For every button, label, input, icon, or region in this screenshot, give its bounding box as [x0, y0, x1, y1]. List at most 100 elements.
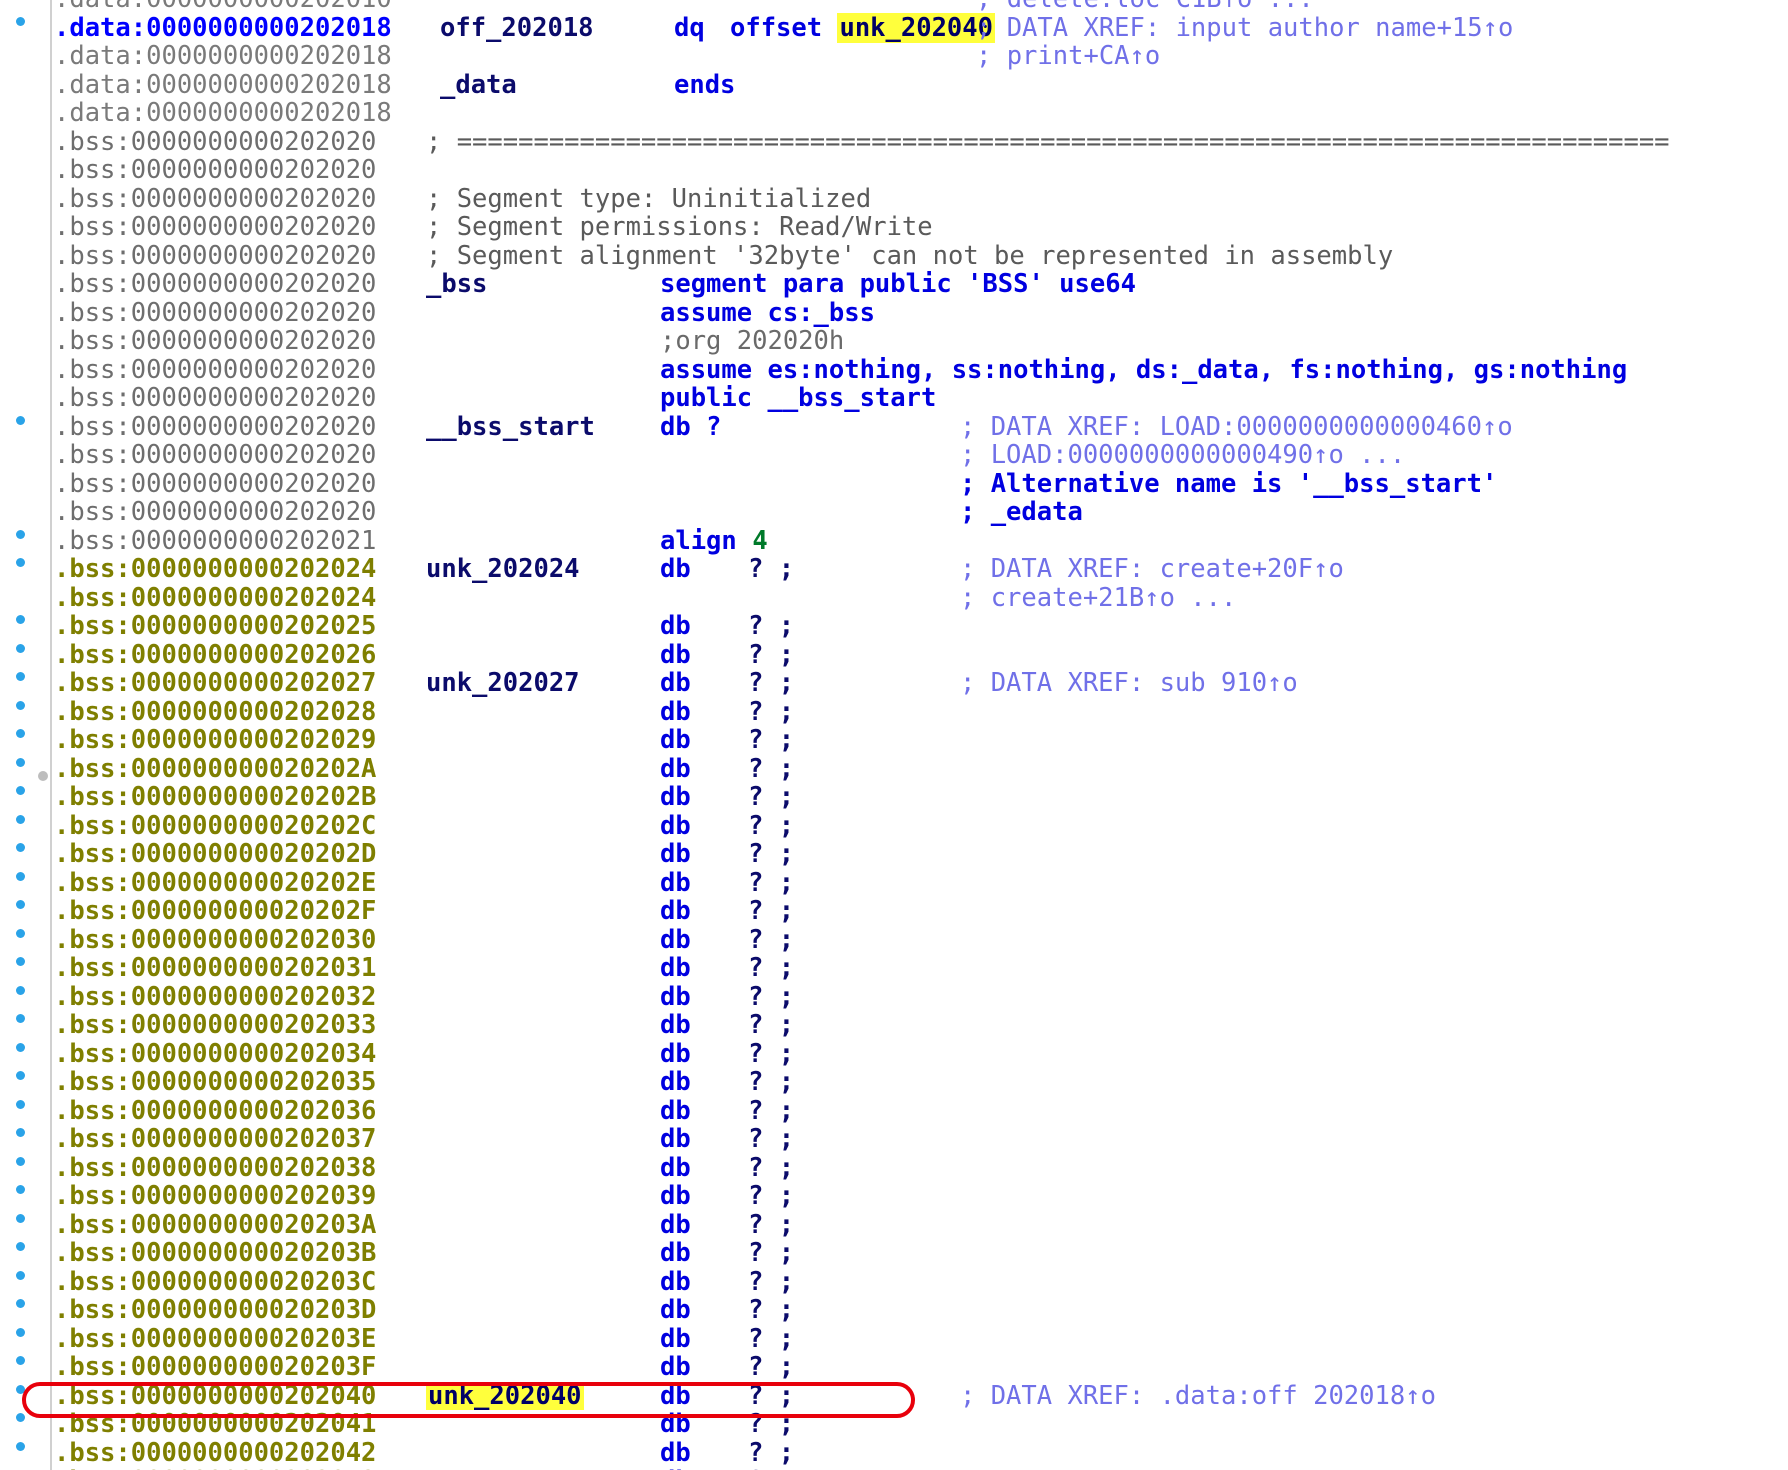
listing-row[interactable]: .bss:000000000020203F db ? ;: [54, 1353, 1784, 1382]
db-operand[interactable]: ? ;: [748, 1153, 794, 1183]
db-mnemonic[interactable]: db: [660, 954, 691, 983]
listing-row[interactable]: .bss:0000000000202039 db ? ;: [54, 1182, 1784, 1211]
row-label[interactable]: _bss: [426, 270, 487, 299]
db-mnemonic[interactable]: db: [660, 925, 691, 955]
listing-row[interactable]: .bss:000000000020202C db ? ;: [54, 811, 1784, 841]
db-operand[interactable]: ? ;: [748, 840, 794, 869]
db-mnemonic[interactable]: db: [660, 726, 691, 755]
row-address[interactable]: .bss:0000000000202020: [54, 355, 376, 385]
listing-row[interactable]: .bss:0000000000202038 db ? ;: [54, 1153, 1784, 1183]
db-operand[interactable]: ? ;: [748, 783, 794, 812]
db-mnemonic[interactable]: db: [660, 1153, 691, 1183]
db-mnemonic[interactable]: db: [660, 1011, 691, 1040]
directive[interactable]: segment para public 'BSS' use64: [660, 270, 1136, 299]
db-mnemonic[interactable]: db: [660, 1125, 691, 1154]
db-operand[interactable]: ? ;: [748, 1039, 794, 1069]
db-mnemonic[interactable]: db: [660, 868, 691, 898]
db-mnemonic[interactable]: db: [660, 897, 691, 926]
row-address[interactable]: .bss:0000000000202029: [54, 726, 376, 755]
operand-highlighted-name[interactable]: unk_202040: [837, 12, 995, 43]
listing-row[interactable]: .bss:0000000000202024 ; create+21B↑o ...: [54, 583, 1784, 613]
db-operand[interactable]: ? ;: [748, 697, 794, 727]
listing-row[interactable]: .bss:0000000000202025 db ? ;: [54, 612, 1784, 641]
row-address[interactable]: .bss:0000000000202030: [54, 925, 376, 955]
xref-comment[interactable]: ; LOAD:0000000000000490↑o ...: [960, 441, 1405, 470]
directive[interactable]: assume cs:_bss: [660, 298, 875, 328]
db-mnemonic[interactable]: db: [660, 612, 691, 641]
listing-row[interactable]: .bss:0000000000202029 db ? ;: [54, 726, 1784, 755]
row-address[interactable]: .bss:000000000020203F: [54, 1353, 376, 1382]
db-operand[interactable]: ? ;: [748, 1353, 794, 1382]
row-address[interactable]: .bss:0000000000202035: [54, 1068, 376, 1097]
row-address[interactable]: .bss:000000000020203D: [54, 1296, 376, 1325]
db-operand[interactable]: ? ;: [748, 1096, 794, 1126]
listing-row[interactable]: .bss:0000000000202020 ; =================…: [54, 127, 1784, 157]
listing-row[interactable]: .bss:0000000000202020 ; Segment alignment…: [54, 241, 1784, 271]
db-mnemonic[interactable]: db: [660, 1068, 691, 1097]
listing-row[interactable]: .bss:000000000020203C db ? ;: [54, 1267, 1784, 1297]
row-address[interactable]: .bss:0000000000202020: [54, 384, 376, 413]
row-address[interactable]: .bss:0000000000202020: [54, 270, 376, 299]
row-address[interactable]: .bss:0000000000202020: [54, 498, 376, 527]
db-mnemonic[interactable]: db: [660, 1267, 691, 1297]
listing-row[interactable]: .bss:0000000000202024 unk_202024 db ? ; ; DA…: [54, 555, 1784, 584]
db-mnemonic[interactable]: db: [660, 669, 691, 698]
row-address[interactable]: .bss:0000000000202032: [54, 982, 376, 1012]
db-operand[interactable]: ? ;: [748, 669, 794, 698]
listing-row[interactable]: .bss:000000000020202B db ? ;: [54, 783, 1784, 812]
db-operand[interactable]: ? ;: [748, 925, 794, 955]
ida-disassembly-view[interactable]: .data:0000000000202010 ; delete:loc C1B↑o…: [0, 0, 1788, 1470]
db-mnemonic[interactable]: db: [660, 697, 691, 727]
listing-row[interactable]: .bss:0000000000202040 unk_202040 db ? ; ; DA…: [54, 1381, 1784, 1411]
db-operand[interactable]: ? ;: [748, 954, 794, 983]
db-mnemonic[interactable]: db: [660, 1239, 691, 1268]
listing-row[interactable]: .bss:000000000020202E db ? ;: [54, 868, 1784, 898]
row-address[interactable]: .bss:0000000000202020: [54, 156, 376, 185]
xref-comment[interactable]: ; delete:loc C1B↑o ...: [976, 0, 1314, 14]
directive[interactable]: db ?: [660, 412, 721, 442]
listing-row[interactable]: .bss:0000000000202030 db ? ;: [54, 925, 1784, 955]
row-address[interactable]: .bss:0000000000202020: [54, 213, 376, 242]
listing-row[interactable]: .bss:0000000000202026 db ? ;: [54, 640, 1784, 670]
db-operand[interactable]: ? ;: [748, 1239, 794, 1268]
listing-row[interactable]: .bss:0000000000202020 ;org 202020h: [54, 327, 1784, 356]
listing-row[interactable]: .data:0000000000202018: [54, 99, 1784, 128]
listing-row[interactable]: .bss:0000000000202021 align 4: [54, 526, 1784, 556]
row-address[interactable]: .bss:000000000020203C: [54, 1267, 376, 1297]
xref-comment[interactable]: ; create+21B↑o ...: [960, 583, 1236, 613]
row-address[interactable]: .bss:0000000000202025: [54, 612, 376, 641]
listing-row[interactable]: .bss:0000000000202020 public __bss_start: [54, 384, 1784, 413]
row-address[interactable]: .data:0000000000202018: [54, 99, 392, 128]
db-operand[interactable]: ? ;: [748, 555, 794, 584]
db-mnemonic[interactable]: db: [660, 811, 691, 841]
listing-row[interactable]: .bss:0000000000202020 assume es:nothing, …: [54, 355, 1784, 385]
xref-comment[interactable]: ; DATA XREF: input author name+15↑o: [976, 13, 1513, 43]
db-mnemonic[interactable]: db: [660, 640, 691, 670]
row-label[interactable]: __bss_start: [426, 412, 595, 442]
row-address[interactable]: .bss:0000000000202020: [54, 127, 376, 157]
row-address[interactable]: .bss:0000000000202020: [54, 298, 376, 328]
db-operand[interactable]: ? ;: [748, 1182, 794, 1211]
row-address[interactable]: .bss:0000000000202024: [54, 583, 376, 613]
db-mnemonic[interactable]: db: [660, 1381, 691, 1411]
row-address[interactable]: .bss:000000000020203B: [54, 1239, 376, 1268]
db-mnemonic[interactable]: db: [660, 840, 691, 869]
db-mnemonic[interactable]: db: [660, 783, 691, 812]
listing-row[interactable]: .bss:000000000020202A db ? ;: [54, 754, 1784, 784]
breakpoint-marker-icon[interactable]: [38, 770, 48, 781]
listing-row[interactable]: .bss:0000000000202027 unk_202027 db ? ; ; DA…: [54, 669, 1784, 698]
listing-row[interactable]: .bss:0000000000202020 ; LOAD:000000000000…: [54, 441, 1784, 470]
db-operand[interactable]: ? ;: [748, 726, 794, 755]
row-address[interactable]: .bss:0000000000202020: [54, 441, 376, 470]
db-mnemonic[interactable]: db: [660, 1296, 691, 1325]
directive[interactable]: assume es:nothing, ss:nothing, ds:_data,…: [660, 355, 1627, 385]
listing-row[interactable]: .bss:0000000000202041 db ? ;: [54, 1410, 1784, 1439]
db-mnemonic[interactable]: db: [660, 1438, 691, 1468]
instruction-operands[interactable]: offset unk_202040: [730, 12, 995, 43]
listing-row[interactable]: .bss:0000000000202036 db ? ;: [54, 1096, 1784, 1126]
db-mnemonic[interactable]: db: [660, 555, 691, 584]
row-address[interactable]: .bss:0000000000202020: [54, 412, 376, 442]
row-address[interactable]: .bss:000000000020202E: [54, 868, 376, 898]
xref-comment[interactable]: ; print+CA↑o: [976, 42, 1160, 71]
row-label[interactable]: unk_202027: [426, 669, 580, 698]
